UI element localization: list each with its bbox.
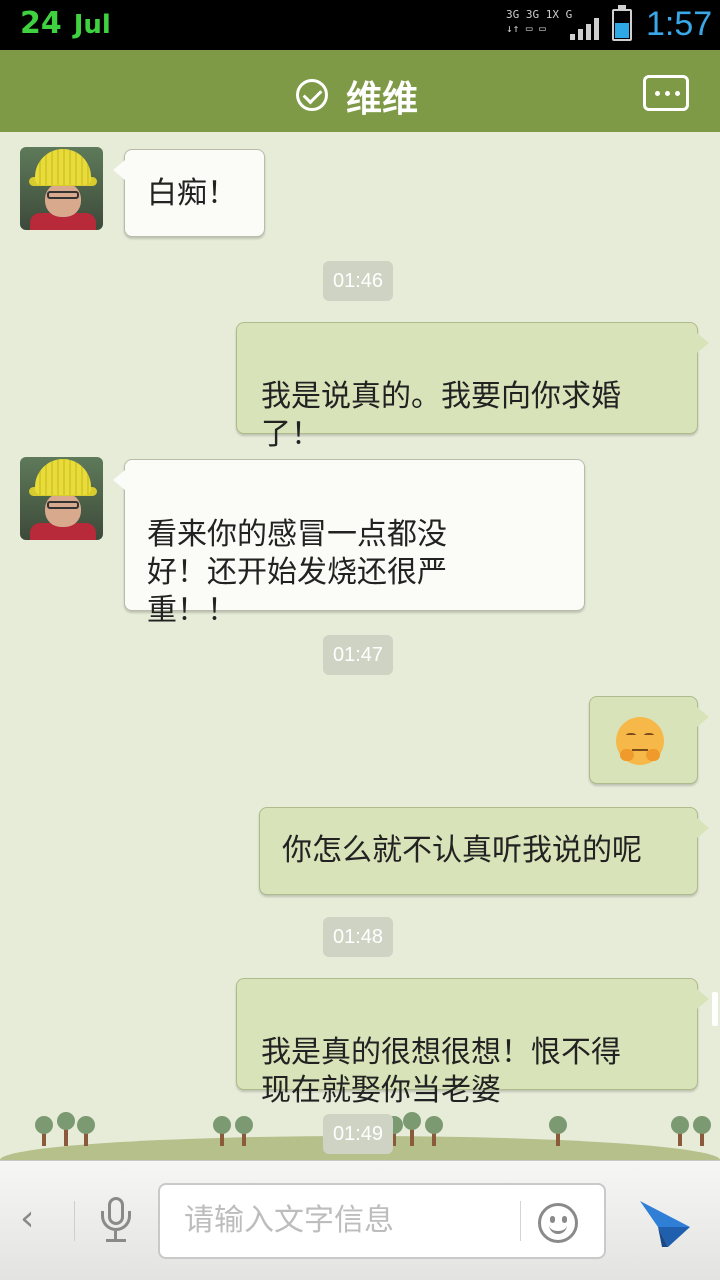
message-text: 你怎么就不认真听我说的呢	[282, 833, 642, 868]
message-bubble[interactable]: 你怎么就不认真听我说的呢	[259, 807, 709, 895]
message-text: 白痴！	[147, 176, 237, 211]
timestamp: 01:49	[323, 1114, 394, 1154]
microphone-icon[interactable]	[98, 1197, 134, 1245]
chat-header: 维维	[0, 50, 720, 138]
friend-avatar[interactable]	[20, 147, 103, 230]
signal-icon	[570, 18, 600, 40]
timestamp: 01:46	[323, 261, 394, 301]
friend-avatar[interactable]	[20, 457, 103, 540]
status-time: 1:57	[646, 5, 713, 43]
divider	[74, 1201, 75, 1241]
status-bar: 24 Jul 3G 3G 1X G ↓↑ ▭ ▭ 1:57	[0, 0, 720, 50]
message-bubble[interactable]: 我是说真的。我要向你求婚 了！	[236, 322, 709, 452]
scroll-indicator[interactable]	[712, 992, 718, 1026]
message-text: 我是说真的。我要向你求婚 了！	[261, 379, 621, 452]
network-activity: ↓↑ ▭ ▭	[506, 22, 546, 35]
message-bubble[interactable]: 我是真的很想很想！恨不得 现在就娶你当老婆	[236, 978, 709, 1108]
smiley-icon[interactable]	[538, 1203, 578, 1243]
shy-face-emoji	[616, 717, 664, 765]
battery-icon	[612, 5, 632, 41]
network-indicator: 3G 3G 1X G ↓↑ ▭ ▭	[506, 8, 572, 36]
status-date: 24 Jul	[20, 6, 111, 41]
chevron-left-icon[interactable]: ‹	[20, 1199, 50, 1239]
message-bubble[interactable]: 看来你的感冒一点都没 好！还开始发烧还很严 重！！	[113, 459, 585, 628]
message-text: 看来你的感冒一点都没 好！还开始发烧还很严 重！！	[147, 517, 447, 628]
timestamp: 01:47	[323, 635, 394, 675]
send-icon[interactable]	[638, 1199, 692, 1249]
check-circle-icon	[296, 79, 328, 111]
divider	[520, 1201, 521, 1241]
status-date-month: Jul	[73, 10, 111, 40]
more-menu-icon[interactable]	[643, 75, 689, 111]
network-types: 3G 3G 1X G	[506, 8, 573, 21]
message-text: 我是真的很想很想！恨不得 现在就娶你当老婆	[261, 1035, 621, 1108]
emoji-message-bubble[interactable]	[589, 696, 709, 784]
message-bubble[interactable]: 白痴！	[113, 149, 265, 237]
input-bar: ‹ 请输入文字信息	[0, 1160, 720, 1280]
message-list[interactable]: 白痴！ 01:46 我是说真的。我要向你求婚 了！ 看来你的感冒一点都没 好！还…	[0, 132, 720, 1160]
status-date-day: 24	[20, 6, 62, 41]
timestamp: 01:48	[323, 917, 394, 957]
chat-title: 维维	[346, 79, 419, 120]
